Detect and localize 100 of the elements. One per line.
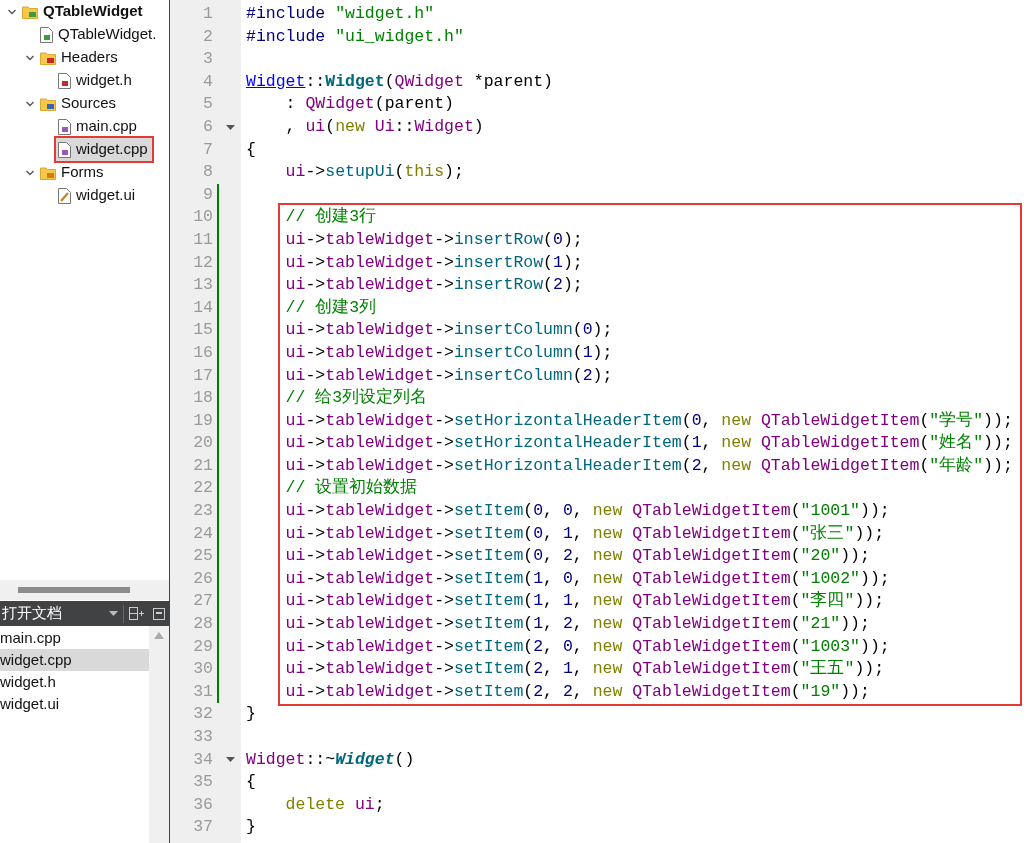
open-document-item[interactable]: widget.ui [0, 693, 149, 715]
line-number: 2 [202, 25, 213, 48]
code-line: ui->tableWidget->insertColumn(2); [284, 364, 614, 387]
line-number: 32 [192, 703, 213, 726]
line-number: 10 [192, 206, 213, 229]
vertical-scrollbar[interactable] [149, 626, 169, 843]
line-number: 22 [192, 477, 213, 500]
line-number: 1 [202, 3, 213, 25]
panel-title: 打开文档 [2, 603, 63, 624]
line-number: 3 [202, 48, 213, 71]
code-line: { [245, 771, 257, 794]
code-line: ui->tableWidget->insertRow(1); [284, 251, 584, 274]
code-line: // 设置初始数据 [284, 477, 419, 500]
fold-arrow-icon[interactable] [225, 757, 235, 763]
line-number: 36 [192, 793, 213, 816]
code-line: ui->setupUi(this); [284, 161, 465, 184]
code-line: Widget::~Widget() [245, 748, 416, 771]
code-line: // 创建3列 [284, 296, 378, 319]
horizontal-scrollbar[interactable] [18, 587, 130, 593]
code-line: ui->tableWidget->insertColumn(1); [284, 341, 614, 364]
close-panel-icon[interactable] [153, 607, 165, 620]
line-number: 34 [192, 748, 213, 771]
line-number: 13 [192, 274, 213, 297]
dropdown-caret-icon[interactable] [109, 610, 118, 617]
code-line: , ui(new Ui::Widget) [284, 115, 485, 138]
code-line: ui->tableWidget->setItem(0, 2, new QTableWidgetItem("20")); [284, 545, 871, 568]
line-number: 11 [192, 228, 213, 251]
folder-icon [40, 50, 56, 65]
line-number: 24 [192, 522, 213, 545]
code-line: // 给3列设定列名 [284, 387, 429, 410]
line-number: 27 [192, 590, 213, 613]
tree-item[interactable]: Forms [38, 161, 108, 184]
tree-item[interactable]: widget.cpp [56, 138, 152, 161]
line-number: 7 [202, 138, 213, 161]
file-icon [58, 141, 71, 158]
tree-item[interactable]: widget.h [56, 69, 136, 92]
folder-icon [40, 165, 56, 180]
line-number: 19 [192, 409, 213, 432]
line-number: 28 [192, 613, 213, 636]
line-number: 29 [192, 635, 213, 658]
line-number: 26 [192, 567, 213, 590]
open-document-item[interactable]: widget.cpp [0, 649, 149, 671]
fold-arrow-icon[interactable] [225, 124, 235, 130]
open-document-item[interactable]: main.cpp [0, 627, 149, 649]
line-number: 4 [202, 70, 213, 93]
line-number: 20 [192, 432, 213, 455]
open-document-item[interactable]: widget.h [0, 671, 149, 693]
line-number: 9 [202, 183, 213, 206]
file-icon [58, 187, 71, 204]
line-number: 5 [202, 93, 213, 116]
tree-item[interactable]: widget.ui [56, 184, 140, 207]
line-number: 15 [192, 319, 213, 342]
code-line: ui->tableWidget->setItem(2, 2, new QTableWidgetItem("19")); [284, 680, 871, 703]
tree-item[interactable]: Sources [38, 92, 121, 115]
code-line: ui->tableWidget->setItem(1, 1, new QTableWidgetItem("李四")); [284, 590, 886, 613]
line-number: 16 [192, 341, 213, 364]
code-line: ui->tableWidget->setItem(2, 0, new QTableWidgetItem("1003")); [284, 635, 891, 658]
code-line: ui->tableWidget->insertColumn(0); [284, 319, 614, 342]
line-number: 33 [192, 726, 213, 748]
line-number: 8 [202, 161, 213, 184]
tree-item[interactable]: QTableWidget [20, 0, 147, 23]
code-line: delete ui; [284, 793, 386, 816]
tree-item[interactable]: QTableWidget. [38, 23, 161, 46]
line-number: 37 [192, 816, 213, 839]
file-icon [58, 72, 71, 89]
code-line: ui->tableWidget->setHorizontalHeaderItem(1, new QTableWidgetItem("姓名")); [284, 432, 1014, 455]
folder-icon [40, 96, 56, 111]
line-number: 18 [192, 387, 213, 410]
tree-item[interactable]: Headers [38, 46, 122, 69]
line-number: 17 [192, 364, 213, 387]
code-line: Widget::Widget(QWidget *parent) [245, 70, 554, 93]
code-line: ui->tableWidget->setHorizontalHeaderItem(0, new QTableWidgetItem("学号")); [284, 409, 1014, 432]
code-line: ui->tableWidget->setItem(1, 0, new QTableWidgetItem("1002")); [284, 567, 891, 590]
code-line: ui->tableWidget->setHorizontalHeaderItem(2, new QTableWidgetItem("年龄")); [284, 454, 1014, 477]
code-line: ui->tableWidget->insertRow(0); [284, 228, 584, 251]
code-line: { [245, 138, 257, 161]
code-line: : QWidget(parent) [284, 93, 455, 116]
code-line: ui->tableWidget->setItem(0, 1, new QTableWidgetItem("张三")); [284, 522, 886, 545]
code-line: #include "ui_widget.h" [245, 25, 465, 48]
line-number: 31 [192, 680, 213, 703]
code-line: // 创建3行 [284, 206, 378, 229]
code-line: ui->tableWidget->setItem(0, 0, new QTableWidgetItem("1001")); [284, 500, 891, 523]
code-line: } [245, 816, 257, 839]
line-number: 23 [192, 500, 213, 523]
line-number: 25 [192, 545, 213, 568]
folder-icon [22, 4, 38, 19]
code-line: #include "widget.h" [245, 3, 436, 25]
code-line: ui->tableWidget->insertRow(2); [284, 274, 584, 297]
split-icon[interactable] [129, 607, 144, 620]
file-icon [40, 26, 53, 43]
code-line: } [245, 703, 257, 726]
code-line: ui->tableWidget->setItem(2, 1, new QTableWidgetItem("王五")); [284, 658, 886, 681]
tree-item[interactable]: main.cpp [56, 115, 141, 138]
line-number: 6 [202, 115, 213, 138]
line-number: 14 [192, 296, 213, 319]
line-number: 30 [192, 658, 213, 681]
line-number: 21 [192, 454, 213, 477]
line-number: 35 [192, 771, 213, 794]
file-icon [58, 118, 71, 135]
line-number: 12 [192, 251, 213, 274]
